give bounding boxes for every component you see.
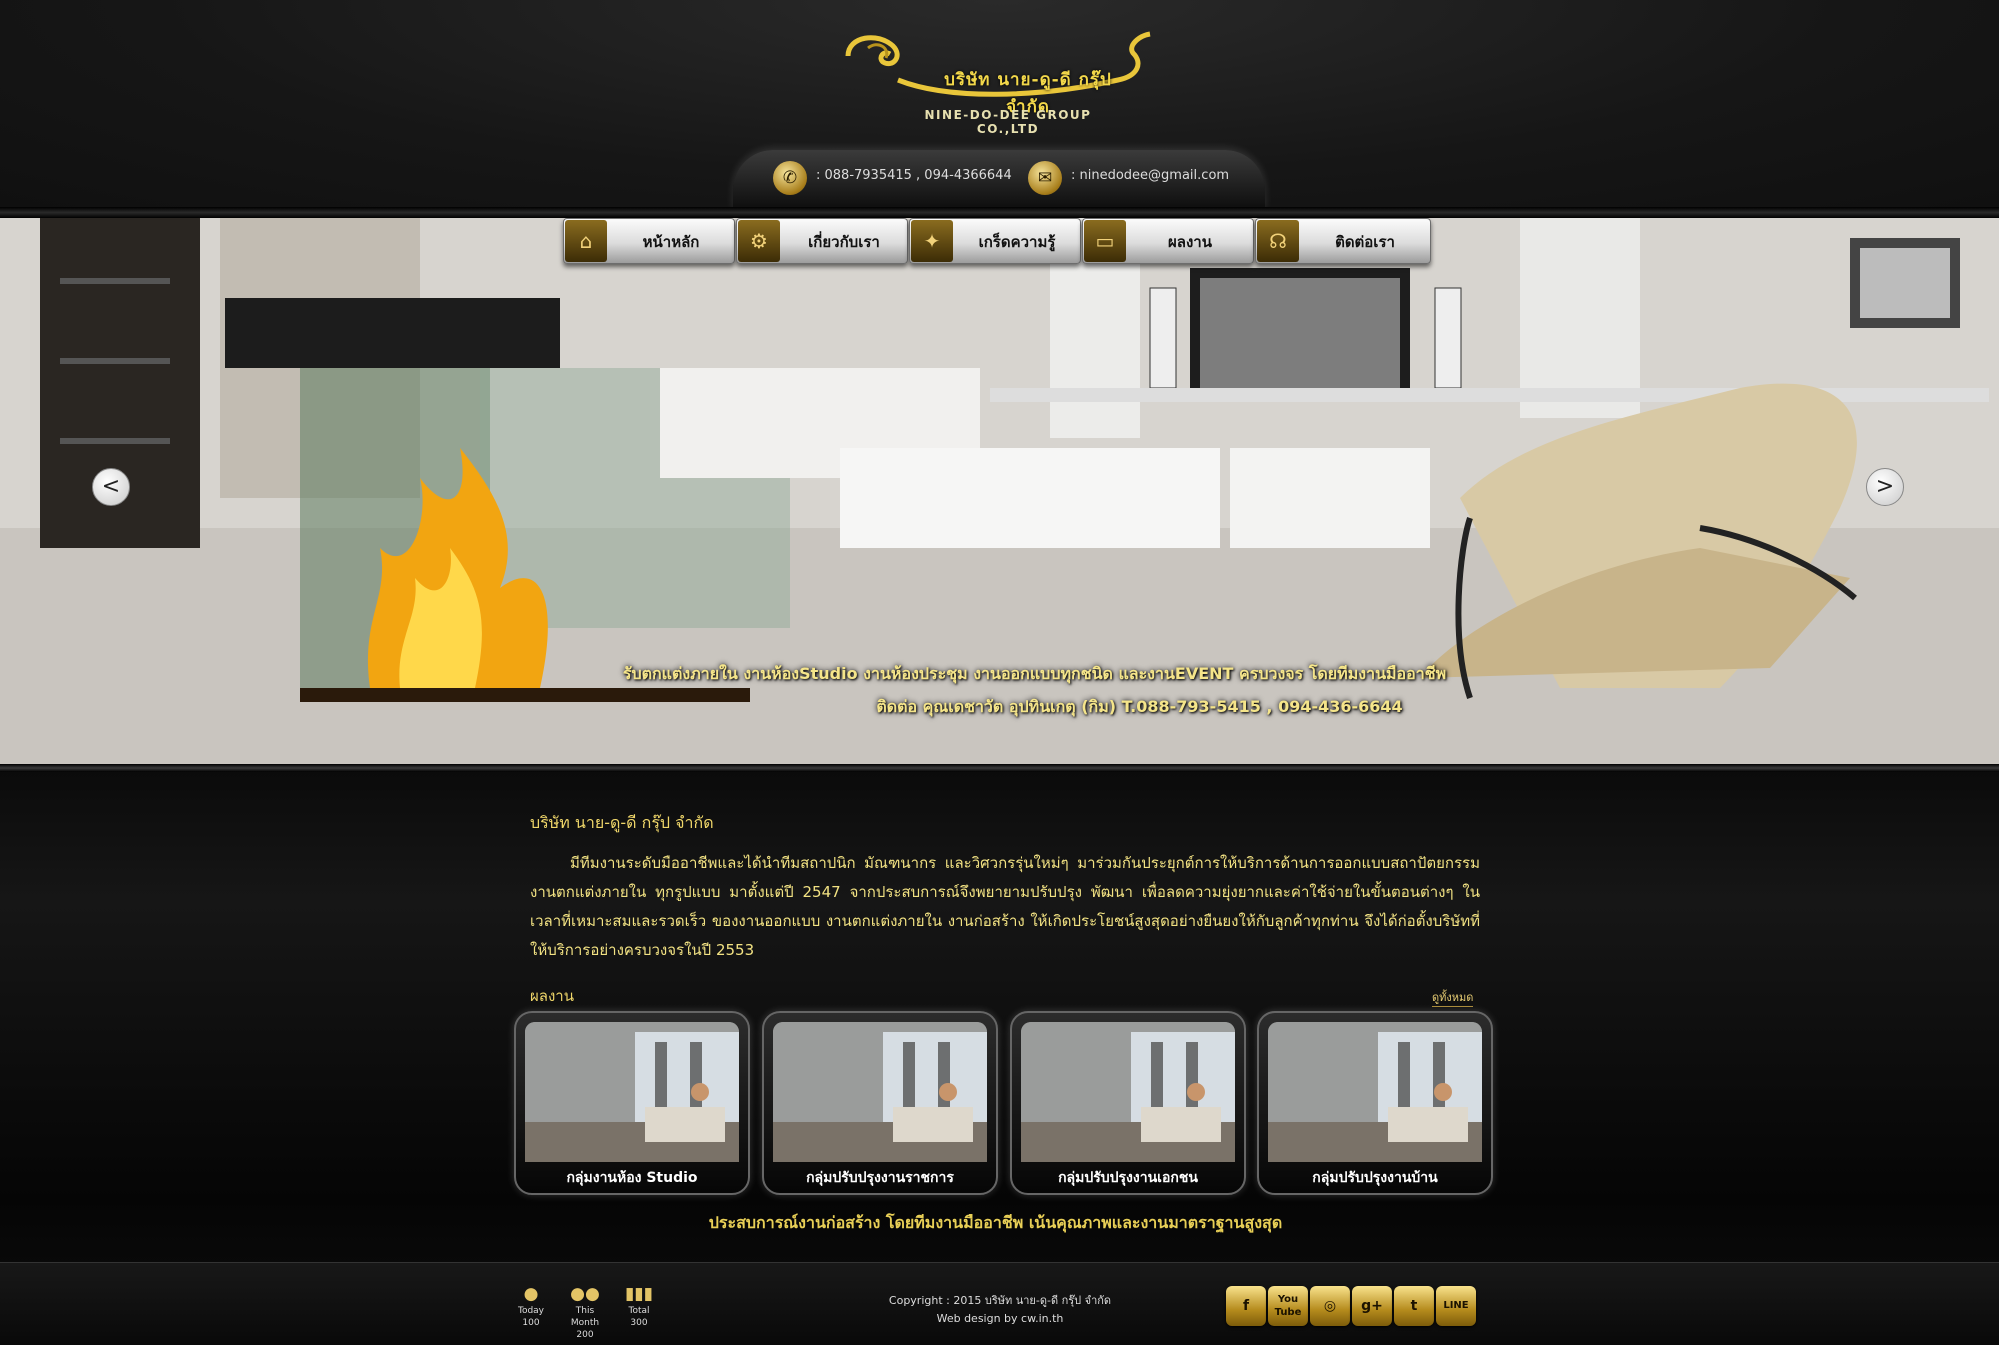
slide-caption-line2: ติดต่อ คุณเดชาวัต อุปทินเกตุ (กิม) T.088… <box>876 697 1403 716</box>
slider-divider <box>0 764 1999 772</box>
work-card-private[interactable]: กลุ่มปรับปรุงงานเอกชน <box>1010 1011 1246 1195</box>
works-heading: ผลงาน <box>530 987 574 1005</box>
lightbulb-icon: ✦ <box>911 220 953 262</box>
main-nav: ⌂ หน้าหลัก ⚙ เกี่ยวกับเรา ✦ เกร็ดความรู้… <box>563 218 1431 264</box>
work-card-caption: กลุ่มปรับปรุงงานบ้าน <box>1312 1170 1438 1186</box>
facebook-icon[interactable]: f <box>1226 1286 1266 1326</box>
folder-icon: ▭ <box>1084 220 1126 262</box>
slider-next-button[interactable]: > <box>1866 468 1904 506</box>
bar-chart-icon: ▮▮▮ <box>624 1284 654 1304</box>
nav-knowledge-label: เกร็ดความรู้ <box>978 233 1056 251</box>
stat-total: ▮▮▮ Total 300 <box>617 1283 661 1329</box>
users-icon: ●● <box>570 1284 600 1304</box>
work-card-home[interactable]: กลุ่มปรับปรุงงานบ้าน <box>1257 1011 1493 1195</box>
stat-today: ● Today 100 <box>509 1283 553 1329</box>
site-footer: ● Today 100 ●● This Month 200 ▮▮▮ Total … <box>0 1262 1999 1345</box>
work-thumbnail <box>525 1022 739 1162</box>
nav-about-label: เกี่ยวกับเรา <box>808 233 880 251</box>
nav-works-label: ผลงาน <box>1168 233 1212 251</box>
stat-month-value: 200 <box>576 1330 594 1340</box>
stat-today-label: Today <box>517 1306 545 1316</box>
view-all-link[interactable]: ดูทั้งหมด <box>1432 988 1474 1007</box>
stat-month: ●● This Month 200 <box>563 1283 607 1341</box>
header-divider <box>0 207 1999 218</box>
slide-caption-line1: รับตกแต่งภายใน งานห้องStudio งานห้องประช… <box>622 664 1447 683</box>
stat-total-label: Total <box>628 1306 650 1316</box>
nav-contact-label: ติดต่อเรา <box>1335 233 1395 251</box>
email-address[interactable]: : ninedodee@gmail.com <box>1071 168 1229 183</box>
nav-contact[interactable]: ☊ ติดต่อเรา <box>1255 218 1431 264</box>
nav-about[interactable]: ⚙ เกี่ยวกับเรา <box>736 218 908 264</box>
page: บริษัท นาย-ดู-ดี กรุ๊ป จำกัด NINE-DO-DEE… <box>0 0 1999 1345</box>
site-header: บริษัท นาย-ดู-ดี กรุ๊ป จำกัด NINE-DO-DEE… <box>0 0 1999 210</box>
work-card-government[interactable]: กลุ่มปรับปรุงงานราชการ <box>762 1011 998 1195</box>
google-plus-icon[interactable]: g+ <box>1352 1286 1392 1326</box>
headset-icon: ☊ <box>1257 220 1299 262</box>
work-card-caption: กลุ่มปรับปรุงงานราชการ <box>806 1170 954 1186</box>
work-thumbnail <box>1021 1022 1235 1162</box>
twitter-icon[interactable]: t <box>1394 1286 1434 1326</box>
phone-numbers: : 088-7935415 , 094-4366644 <box>816 168 1012 183</box>
instagram-icon[interactable]: ◎ <box>1310 1286 1350 1326</box>
copyright: Copyright : 2015 บริษัท นาย-ดู-ดี กรุ๊ป … <box>780 1292 1220 1328</box>
company-logo[interactable]: บริษัท นาย-ดู-ดี กรุ๊ป จำกัด NINE-DO-DEE… <box>838 28 1158 136</box>
home-icon: ⌂ <box>565 220 607 262</box>
contact-bar: ✆ : 088-7935415 , 094-4366644 ✉ : ninedo… <box>733 150 1265 210</box>
stat-total-value: 300 <box>630 1318 648 1328</box>
logo-english-text: NINE-DO-DEE GROUP CO.,LTD <box>924 108 1092 136</box>
company-title: บริษัท นาย-ดู-ดี กรุ๊ป จำกัด <box>530 813 714 832</box>
stat-today-value: 100 <box>522 1318 540 1328</box>
user-icon: ● <box>523 1284 539 1304</box>
about-paragraph: มีทีมงานระดับมืออาชีพและได้นำทีมสถาปนิก … <box>530 854 1480 959</box>
web-design-credit[interactable]: Web design by cw.in.th <box>780 1310 1220 1328</box>
nav-works[interactable]: ▭ ผลงาน <box>1082 218 1254 264</box>
tagline: ประสบการณ์งานก่อสร้าง โดยทีมงานมืออาชีพ … <box>708 1213 1283 1232</box>
work-card-studio[interactable]: กลุ่มงานห้อง Studio <box>514 1011 750 1195</box>
stat-month-label: This Month <box>570 1306 600 1328</box>
nav-home[interactable]: ⌂ หน้าหลัก <box>563 218 735 264</box>
hero-slider: < > รับตกแต่งภายใน งานห้องStudio งานห้อง… <box>0 218 1999 766</box>
nav-home-label: หน้าหลัก <box>642 233 700 251</box>
work-card-caption: กลุ่มปรับปรุงงานเอกชน <box>1058 1170 1198 1186</box>
nav-knowledge[interactable]: ✦ เกร็ดความรู้ <box>909 218 1081 264</box>
line-icon[interactable]: LINE <box>1436 1286 1476 1326</box>
gears-icon: ⚙ <box>738 220 780 262</box>
phone-icon: ✆ <box>773 161 807 195</box>
slider-prev-button[interactable]: < <box>92 468 130 506</box>
envelope-icon: ✉ <box>1028 161 1062 195</box>
work-card-caption: กลุ่มงานห้อง Studio <box>566 1170 698 1186</box>
youtube-icon[interactable]: You Tube <box>1268 1286 1308 1326</box>
work-thumbnail <box>773 1022 987 1162</box>
copyright-text: Copyright : 2015 บริษัท นาย-ดู-ดี กรุ๊ป … <box>888 1294 1112 1307</box>
work-thumbnail <box>1268 1022 1482 1162</box>
